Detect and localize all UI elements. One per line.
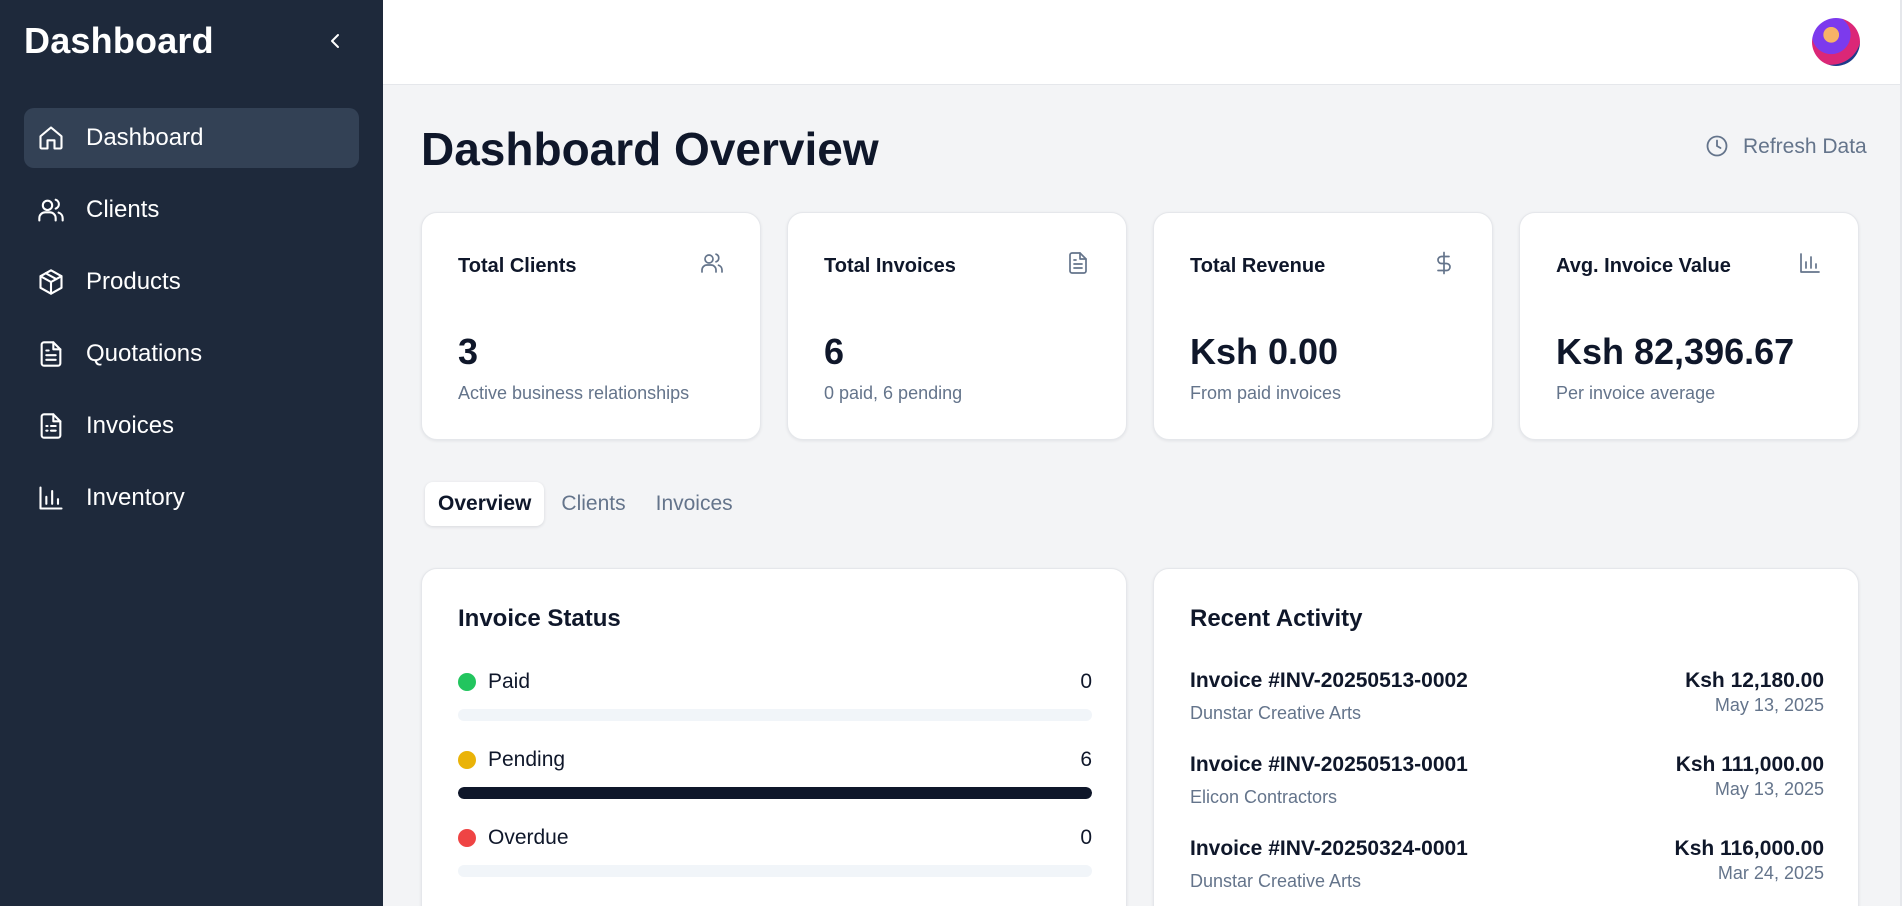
list-item[interactable]: Invoice #INV-20250324-0001 Dunstar Creat… bbox=[1190, 837, 1824, 897]
top-bar bbox=[383, 0, 1902, 85]
stat-title: Total Revenue bbox=[1190, 255, 1326, 277]
sidebar-item-label: Dashboard bbox=[86, 124, 204, 151]
clock-icon bbox=[1705, 134, 1731, 160]
status-label: Pending bbox=[488, 748, 566, 771]
tab-overview[interactable]: Overview bbox=[425, 482, 545, 526]
invoice-status-card: Invoice Status Paid 0 Pending 6 Overdue … bbox=[421, 568, 1127, 906]
tab-invoices[interactable]: Invoices bbox=[643, 482, 746, 526]
sidebar: Dashboard Dashboard Clients Products Quo… bbox=[0, 0, 383, 906]
activity-date: May 13, 2025 bbox=[1714, 695, 1824, 715]
card-title: Recent Activity bbox=[1190, 605, 1363, 632]
stat-value: 3 bbox=[458, 331, 479, 372]
stat-card-total-revenue: Total Revenue Ksh 0.00 From paid invoice… bbox=[1153, 212, 1493, 440]
collapse-sidebar-button[interactable] bbox=[322, 28, 348, 54]
home-icon bbox=[36, 123, 66, 153]
progress-track bbox=[458, 865, 1092, 877]
list-item[interactable]: Invoice #INV-20250513-0001 Elicon Contra… bbox=[1190, 753, 1824, 813]
status-row-pending: Pending 6 bbox=[458, 747, 1092, 799]
status-row-paid: Paid 0 bbox=[458, 669, 1092, 721]
stat-card-total-invoices: Total Invoices 6 0 paid, 6 pending bbox=[787, 212, 1127, 440]
refresh-label: Refresh Data bbox=[1743, 135, 1867, 158]
stats-row: Total Clients 3 Active business relation… bbox=[421, 212, 1859, 440]
activity-title: Invoice #INV-20250513-0001 bbox=[1190, 753, 1468, 776]
refresh-data-button[interactable]: Refresh Data bbox=[1705, 134, 1867, 160]
main-content: Dashboard Overview Refresh Data Total Cl… bbox=[383, 0, 1902, 906]
users-icon bbox=[36, 195, 66, 225]
progress-track bbox=[458, 787, 1092, 799]
card-title: Invoice Status bbox=[458, 605, 621, 632]
progress-track bbox=[458, 709, 1092, 721]
activity-amount: Ksh 111,000.00 bbox=[1675, 753, 1824, 776]
sidebar-item-label: Invoices bbox=[86, 412, 175, 439]
stat-card-total-clients: Total Clients 3 Active business relation… bbox=[421, 212, 761, 440]
document-icon bbox=[1066, 251, 1092, 277]
sidebar-item-invoices[interactable]: Invoices bbox=[24, 396, 359, 456]
stat-title: Total Invoices bbox=[824, 255, 956, 277]
list-item[interactable]: Invoice #INV-20250513-0002 Dunstar Creat… bbox=[1190, 669, 1824, 729]
brand-title: Dashboard bbox=[24, 20, 214, 61]
activity-title: Invoice #INV-20250324-0001 bbox=[1190, 837, 1468, 860]
activity-client: Elicon Contractors bbox=[1190, 787, 1338, 807]
status-row-overdue: Overdue 0 bbox=[458, 825, 1092, 877]
activity-title: Invoice #INV-20250513-0002 bbox=[1190, 669, 1468, 692]
box-icon bbox=[36, 267, 66, 297]
bar-chart-icon bbox=[1798, 251, 1824, 277]
chevron-left-icon bbox=[331, 34, 339, 48]
tab-bar: Overview Clients Invoices bbox=[425, 482, 750, 526]
stat-value: Ksh 0.00 bbox=[1190, 331, 1339, 372]
sidebar-item-dashboard[interactable]: Dashboard bbox=[24, 108, 359, 168]
document-icon bbox=[36, 339, 66, 369]
sidebar-item-label: Quotations bbox=[86, 340, 203, 367]
progress-fill bbox=[458, 787, 1092, 799]
status-label: Paid bbox=[488, 670, 531, 693]
sidebar-item-clients[interactable]: Clients bbox=[24, 180, 359, 240]
activity-date: Mar 24, 2025 bbox=[1717, 863, 1824, 883]
tab-clients[interactable]: Clients bbox=[548, 482, 638, 526]
status-dot-icon bbox=[458, 751, 476, 769]
users-icon bbox=[700, 251, 726, 277]
stat-title: Avg. Invoice Value bbox=[1556, 255, 1731, 277]
activity-client: Dunstar Creative Arts bbox=[1190, 871, 1362, 891]
recent-activity-card: Recent Activity Invoice #INV-20250513-00… bbox=[1153, 568, 1859, 906]
page-title: Dashboard Overview bbox=[421, 123, 879, 175]
activity-date: May 13, 2025 bbox=[1714, 779, 1824, 799]
status-label: Overdue bbox=[488, 826, 569, 849]
activity-amount: Ksh 116,000.00 bbox=[1674, 837, 1824, 860]
stat-value: Ksh 82,396.67 bbox=[1556, 331, 1795, 372]
status-count: 0 bbox=[1080, 826, 1092, 849]
sidebar-item-label: Clients bbox=[86, 196, 160, 223]
activity-amount: Ksh 12,180.00 bbox=[1685, 669, 1824, 692]
stat-subtitle: 0 paid, 6 pending bbox=[824, 383, 963, 403]
status-count: 6 bbox=[1080, 748, 1092, 771]
stat-card-avg-invoice-value: Avg. Invoice Value Ksh 82,396.67 Per inv… bbox=[1519, 212, 1859, 440]
activity-client: Dunstar Creative Arts bbox=[1190, 703, 1362, 723]
avatar[interactable] bbox=[1812, 18, 1860, 66]
dollar-icon bbox=[1432, 251, 1458, 277]
stat-subtitle: Per invoice average bbox=[1556, 383, 1716, 403]
sidebar-nav: Dashboard Clients Products Quotations In… bbox=[24, 108, 359, 540]
status-count: 0 bbox=[1080, 670, 1092, 693]
stat-subtitle: From paid invoices bbox=[1190, 383, 1342, 403]
sidebar-item-quotations[interactable]: Quotations bbox=[24, 324, 359, 384]
stat-subtitle: Active business relationships bbox=[458, 383, 690, 403]
stat-value: 6 bbox=[824, 331, 845, 372]
sidebar-item-label: Products bbox=[86, 268, 181, 295]
status-dot-icon bbox=[458, 673, 476, 691]
status-dot-icon bbox=[458, 829, 476, 847]
stat-title: Total Clients bbox=[458, 255, 577, 277]
sidebar-item-inventory[interactable]: Inventory bbox=[24, 468, 359, 528]
sidebar-item-products[interactable]: Products bbox=[24, 252, 359, 312]
receipt-icon bbox=[36, 411, 66, 441]
bar-chart-icon bbox=[36, 483, 66, 513]
sidebar-item-label: Inventory bbox=[86, 484, 185, 511]
